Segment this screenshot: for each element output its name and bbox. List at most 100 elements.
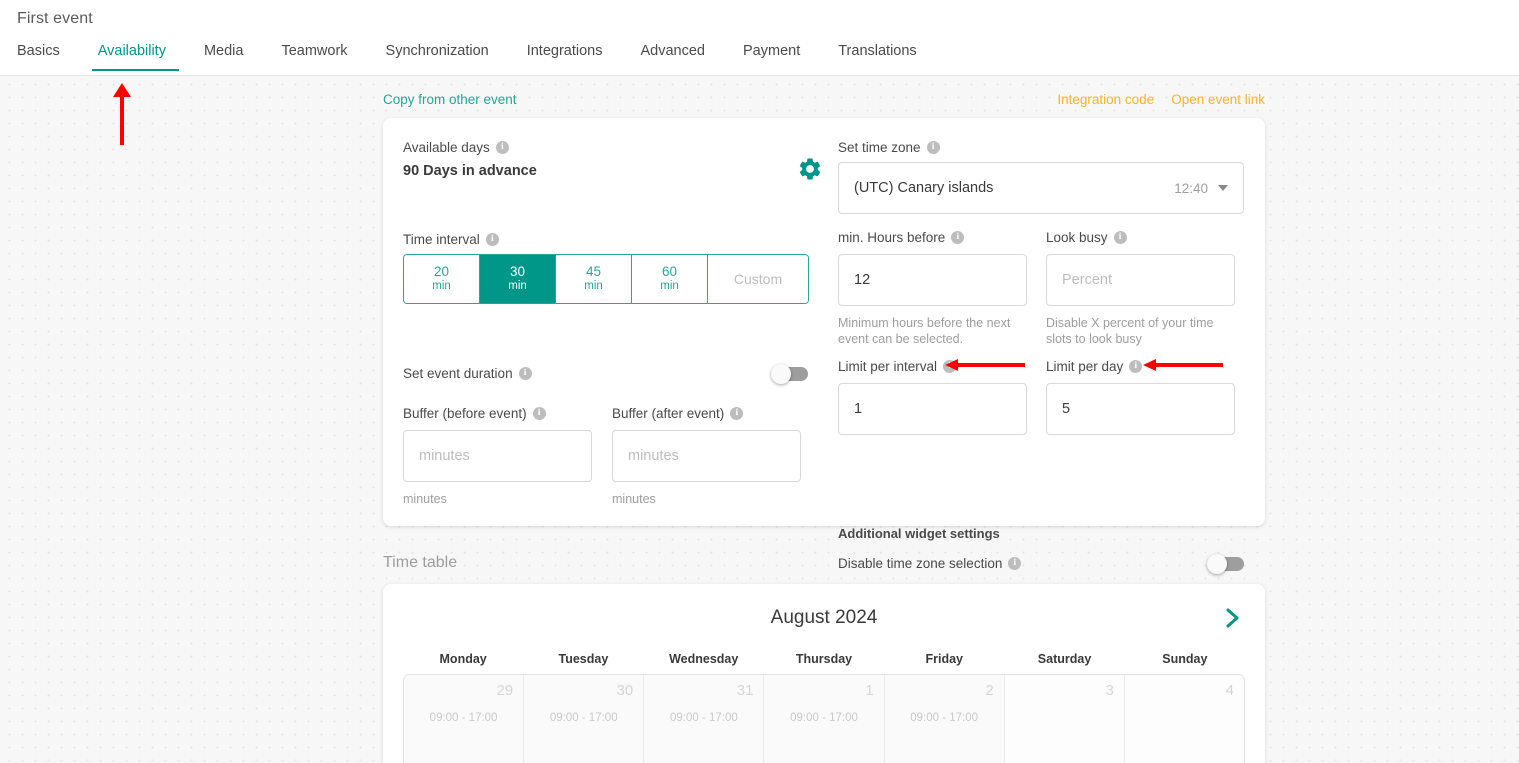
min-hours-field: min. Hours before i Minimum hours before… [838,230,1027,347]
timetable-card: August 2024 Monday Tuesday Wednesday Thursd… [383,584,1265,763]
timetable-day-name: Friday [925,652,964,666]
additional-widget-settings-label: Additional widget settings [838,526,1000,541]
timetable-day-names: Monday Tuesday Wednesday Thursday Friday Satu… [383,652,1265,666]
timetable-day-number: 29 [496,682,514,699]
info-icon[interactable]: i [943,360,957,373]
app-header: First event Basics Availability Media Teamw… [0,0,1519,76]
timezone-label: Set time zone [838,140,921,155]
timetable-day-cell[interactable]: 209:00 - 17:00Week : 31 [884,675,1005,763]
interval-number: 60 [661,264,678,279]
tab-payment[interactable]: Payment [724,42,819,71]
buffer-after-hint: minutes [612,492,656,506]
page-title: First event [17,10,93,27]
timetable-day-cell[interactable]: 109:00 - 17:00Week : 31 [764,675,885,763]
interval-number: 20 [433,264,450,279]
tab-bar: Basics Availability Media Teamwork Synchroni… [0,42,936,71]
info-icon[interactable]: i [1113,231,1127,244]
buffer-after-field: Buffer (after event) i minutes [612,406,801,507]
info-icon[interactable]: i [532,407,546,420]
chevron-right-icon [1226,608,1239,628]
info-icon[interactable]: i [1008,557,1022,570]
available-days-settings-button[interactable] [797,156,823,182]
buffer-before-label: Buffer (before event) [403,406,527,421]
tab-translations[interactable]: Translations [819,42,935,71]
gear-icon [799,158,821,180]
timetable-day-cell[interactable]: 4Week : 31 [1124,675,1244,763]
buffer-after-input[interactable] [612,430,801,482]
look-busy-input[interactable] [1046,254,1235,306]
timetable-time-slot[interactable]: 09:00 - 17:00 [524,712,643,724]
time-interval-button-60[interactable]: 60 min [632,255,708,303]
time-interval-group: 20 min 30 min 45 min 60 min Custom [403,254,809,304]
timetable-day-name: Tuesday [558,652,609,666]
chevron-down-icon [1218,185,1228,191]
time-interval-button-30[interactable]: 30 min [480,255,556,303]
timezone-select[interactable]: (UTC) Canary islands 12:40 [838,162,1244,214]
timetable-day-cell[interactable]: 3109:00 - 17:00Week : 31 [644,675,765,763]
buffer-before-hint: minutes [403,492,447,506]
time-interval-label: Time interval [403,232,480,247]
min-hours-label: min. Hours before [838,230,946,245]
time-interval-custom-button[interactable]: Custom [708,255,808,303]
timezone-current-time: 12:40 [1174,180,1208,196]
disable-timezone-row: Disable time zone selection i [838,553,1244,574]
info-icon[interactable]: i [495,141,509,154]
timetable-day-cell[interactable]: 2909:00 - 17:00Week : 31 [404,675,525,763]
time-interval-button-20[interactable]: 20 min [404,255,480,303]
timetable-time-slot[interactable]: 09:00 - 17:00 [644,712,763,724]
timetable-time-slot[interactable]: 09:00 - 17:00 [764,712,883,724]
look-busy-label-row: Look busy i [1046,230,1235,245]
timetable-day-number: 3 [1105,682,1114,699]
min-hours-label-row: min. Hours before i [838,230,1027,245]
available-days-label-row: Available days i [403,140,509,155]
timetable-day-number: 31 [736,682,754,699]
limit-per-interval-label: Limit per interval [838,359,938,374]
tab-media[interactable]: Media [185,42,263,71]
min-hours-hint: Minimum hours before the next event can … [838,316,1011,346]
interval-unit: min [508,280,527,292]
tab-availability[interactable]: Availability [79,42,185,71]
info-icon[interactable]: i [1129,360,1143,373]
limit-per-day-input[interactable] [1046,383,1235,435]
timetable-day-name: Sunday [1162,652,1208,666]
info-icon[interactable]: i [730,407,744,420]
tab-advanced[interactable]: Advanced [622,42,725,71]
tab-integrations[interactable]: Integrations [508,42,622,71]
timetable-section-title: Time table [383,554,458,571]
tab-basics[interactable]: Basics [17,42,79,71]
info-icon[interactable]: i [518,367,532,380]
toggle-knob [1207,553,1227,574]
timetable-day-cell[interactable]: 3009:00 - 17:00Week : 31 [524,675,645,763]
open-event-link[interactable]: Open event link [1171,92,1265,107]
buffer-fields: Buffer (before event) i minutes Buffer (… [403,406,801,507]
info-icon[interactable]: i [951,231,965,244]
look-busy-field: Look busy i Disable X percent of your ti… [1046,230,1235,347]
buffer-after-label: Buffer (after event) [612,406,725,421]
available-days-value: 90 Days in advance [403,163,537,179]
copy-from-other-event-link[interactable]: Copy from other event [383,92,517,107]
timetable-time-slot[interactable]: 09:00 - 17:00 [404,712,523,724]
info-icon[interactable]: i [926,141,940,154]
timetable-day-name: Monday [439,652,487,666]
disable-timezone-label-row: Disable time zone selection i [838,556,1022,571]
min-hours-input[interactable] [838,254,1027,306]
timetable-day-cell[interactable]: 3Week : 31 [1004,675,1125,763]
time-interval-button-45[interactable]: 45 min [556,255,632,303]
buffer-before-label-row: Buffer (before event) i [403,406,592,421]
set-event-duration-toggle[interactable] [771,363,808,384]
disable-timezone-label: Disable time zone selection [838,556,1003,571]
buffer-before-input[interactable] [403,430,592,482]
buffer-before-field: Buffer (before event) i minutes [403,406,592,507]
tab-synchronization[interactable]: Synchronization [367,42,508,71]
timezone-value: (UTC) Canary islands [854,180,994,196]
tab-teamwork[interactable]: Teamwork [262,42,366,71]
limit-per-interval-input[interactable] [838,383,1027,435]
timezone-label-row: Set time zone i [838,140,940,155]
info-icon[interactable]: i [485,233,499,246]
timetable-next-month-button[interactable] [1219,604,1247,632]
timetable-time-slot[interactable]: 09:00 - 17:00 [885,712,1004,724]
disable-timezone-toggle[interactable] [1207,553,1244,574]
integration-code-link[interactable]: Integration code [1057,92,1154,107]
card-link-row: Copy from other event Integration code O… [383,92,1265,112]
timetable-day-name: Wednesday [669,652,739,666]
